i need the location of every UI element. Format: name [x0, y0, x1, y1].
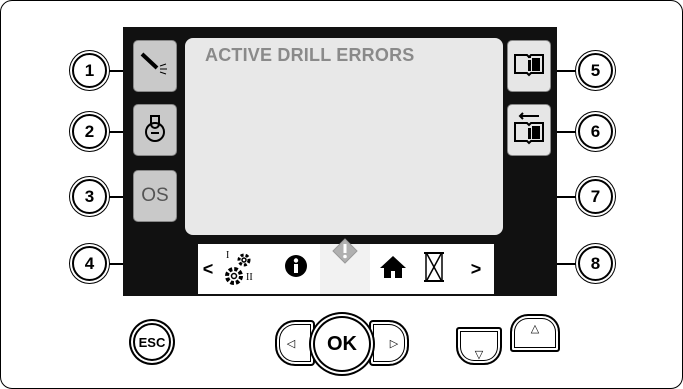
- up-arrow-button[interactable]: △: [510, 314, 560, 352]
- ok-label: OK: [327, 332, 357, 355]
- callout-2: 2: [72, 114, 107, 149]
- callout-4-label: 4: [84, 253, 95, 273]
- tab-prev-button[interactable]: <: [200, 258, 216, 280]
- esc-button[interactable]: ESC: [133, 323, 171, 361]
- left-arrow-button[interactable]: ◁: [275, 320, 315, 366]
- tab-warning[interactable]: [328, 236, 362, 270]
- drill-motor-icon: [142, 113, 168, 148]
- callout-8: 8: [578, 246, 613, 281]
- callout-5: 5: [578, 53, 613, 88]
- prev-label: <: [202, 258, 214, 279]
- tab-hourglass[interactable]: [422, 251, 446, 288]
- book-return-icon: [513, 111, 545, 150]
- warning-icon: [331, 237, 359, 270]
- spray-icon: [139, 50, 171, 83]
- softkey-1[interactable]: [133, 40, 177, 92]
- callout-2-label: 2: [84, 121, 95, 141]
- callout-1-label: 1: [84, 60, 95, 80]
- up-arrow-icon: △: [530, 322, 540, 335]
- callout-7-label: 7: [590, 186, 601, 206]
- callout-7: 7: [578, 179, 613, 214]
- os-label: OS: [141, 185, 169, 206]
- right-arrow-button[interactable]: ▷: [369, 320, 409, 366]
- error-list-panel: [185, 38, 503, 235]
- left-arrow-icon: ◁: [286, 337, 296, 350]
- down-arrow-icon: ▽: [474, 348, 484, 361]
- callout-3: 3: [72, 179, 107, 214]
- callout-4: 4: [72, 246, 107, 281]
- right-arrow-icon: ▷: [389, 337, 399, 350]
- callout-3-label: 3: [84, 186, 95, 206]
- callout-7-line: [555, 196, 580, 198]
- callout-4-line: [105, 263, 125, 265]
- home-icon: [378, 254, 408, 285]
- softkey-3-os[interactable]: OS: [133, 170, 177, 222]
- callout-6: 6: [578, 114, 613, 149]
- esc-label: ESC: [138, 334, 166, 350]
- tab-info[interactable]: [282, 254, 310, 282]
- callout-6-label: 6: [590, 121, 601, 141]
- softkey-2[interactable]: [133, 104, 177, 156]
- tab-gears[interactable]: I II: [218, 246, 264, 292]
- callout-8-line: [555, 263, 580, 265]
- tab-next-button[interactable]: >: [468, 258, 484, 280]
- ok-button[interactable]: OK: [313, 316, 371, 372]
- down-arrow-button[interactable]: ▽: [456, 327, 502, 365]
- callout-1: 1: [72, 53, 107, 88]
- next-label: >: [470, 258, 482, 279]
- softkey-6[interactable]: [507, 104, 551, 156]
- callout-5-label: 5: [590, 60, 601, 80]
- info-icon: [284, 254, 308, 283]
- page-title: ACTIVE DRILL ERRORS: [205, 45, 415, 65]
- gears-icon: I II: [218, 246, 264, 292]
- tab-home[interactable]: [376, 254, 410, 284]
- tab-bar: < I II >: [198, 237, 494, 294]
- hourglass-icon: [423, 251, 445, 288]
- softkey-5[interactable]: [507, 40, 551, 92]
- callout-8-label: 8: [590, 253, 601, 273]
- book-info-icon: [513, 51, 545, 82]
